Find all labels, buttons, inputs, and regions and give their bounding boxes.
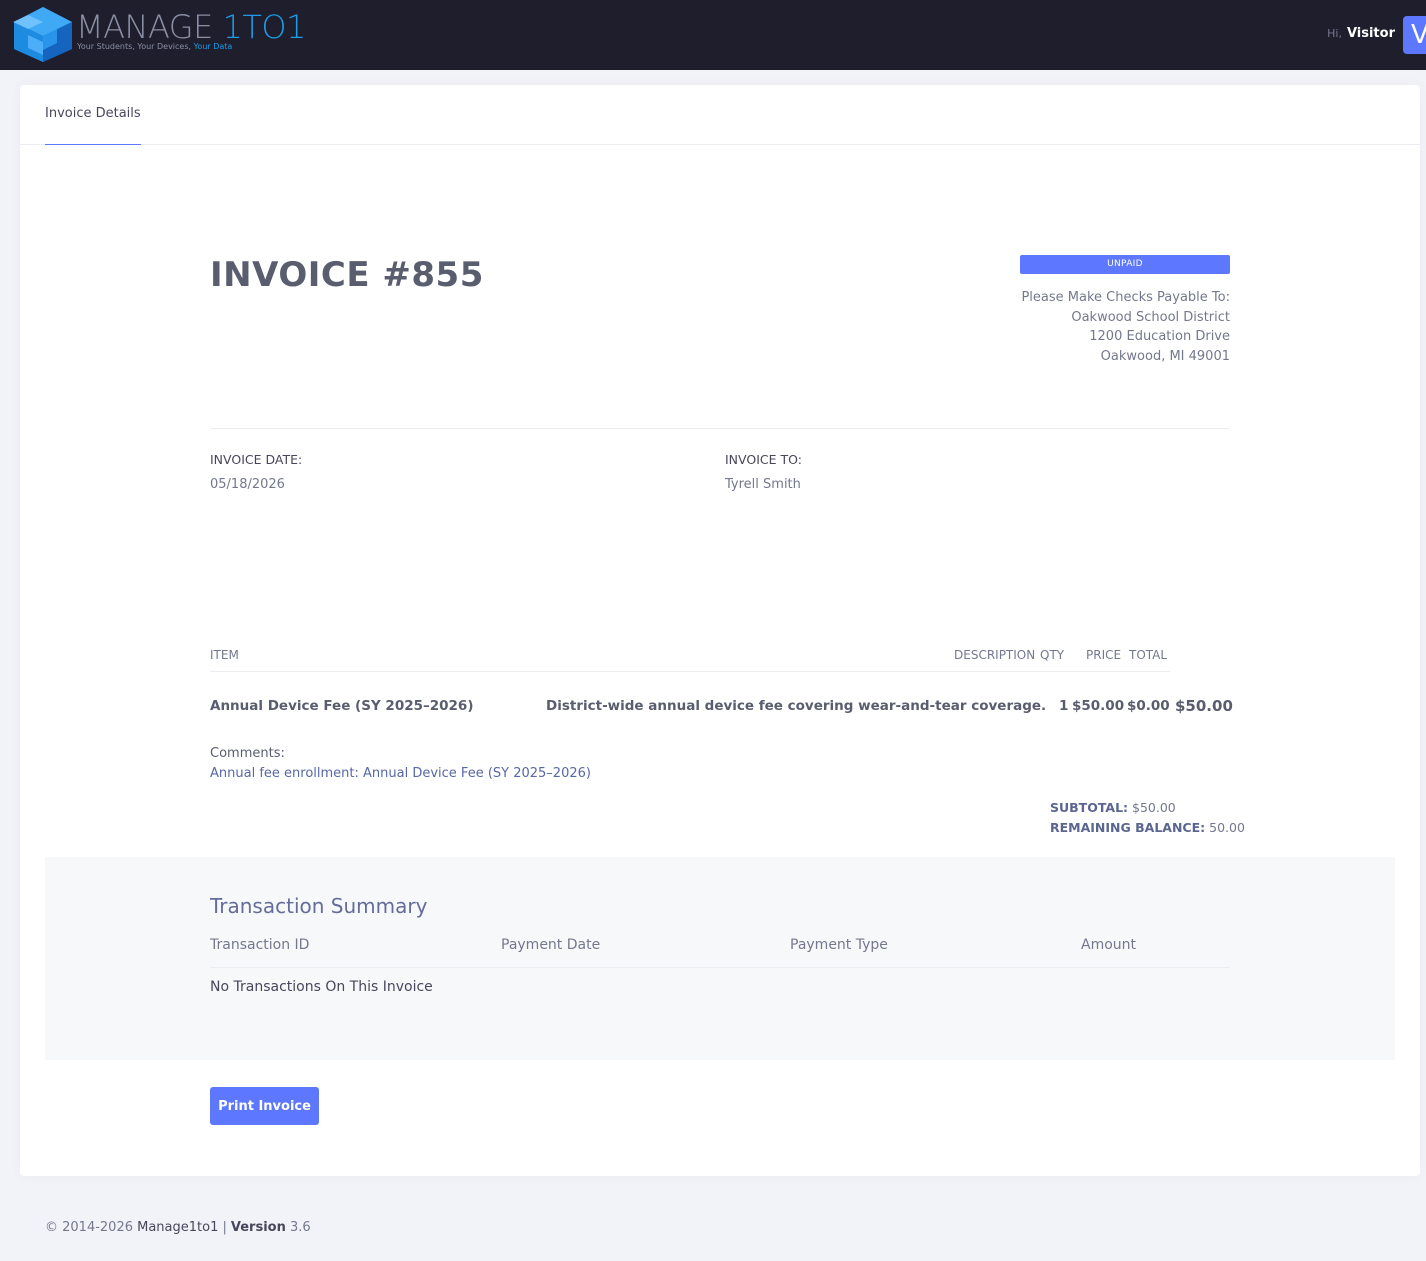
subtotal-value: $50.00 [1132, 800, 1176, 815]
line-item-discount: $0.00 [1127, 698, 1170, 714]
status-badge: UNPAID [1020, 255, 1230, 274]
no-transactions-message: No Transactions On This Invoice [210, 979, 433, 995]
brand-accent: 1TO1 [222, 8, 306, 46]
brand-main: MANAGE [76, 8, 223, 46]
payable-name: Oakwood School District [1071, 309, 1230, 325]
user-greeting[interactable]: Hi, Visitor [1327, 26, 1395, 41]
invoice-title: INVOICE #855 [210, 255, 484, 295]
cube-logo-icon[interactable] [10, 5, 76, 63]
transaction-summary-title: Transaction Summary [210, 894, 428, 918]
invoice-card: Invoice Details INVOICE #855 UNPAID Plea… [20, 85, 1420, 1176]
copyright-text: © 2014-2026 [45, 1220, 138, 1235]
avatar[interactable]: V [1403, 16, 1426, 54]
col-amount: Amount [1081, 937, 1137, 953]
company-link[interactable]: Manage1to1 [137, 1220, 218, 1235]
footer: © 2014-2026 Manage1to1 | Version 3.6 [45, 1220, 311, 1235]
transaction-summary: Transaction Summary Transaction ID Payme… [45, 857, 1395, 1060]
totals-block: SUBTOTAL: $50.00 REMAINING BALANCE: 50.0… [1050, 798, 1245, 838]
invoice-date-value: 05/18/2026 [210, 477, 285, 492]
greeting-text: Hi, [1327, 27, 1342, 40]
invoice-date-label: INVOICE DATE: [210, 452, 303, 467]
table-header-divider [210, 671, 1170, 672]
col-price-header: PRICE [1086, 648, 1122, 662]
brand-tagline: Your Students, Your Devices, Your Data [77, 42, 232, 51]
print-invoice-button[interactable]: Print Invoice [210, 1087, 319, 1125]
line-item-total: $50.00 [1175, 697, 1233, 715]
col-total-header: TOTAL [1129, 648, 1168, 662]
brand-wordmark[interactable]: MANAGE 1TO1 [76, 9, 306, 45]
divider [210, 428, 1230, 429]
version-label: Version [230, 1220, 286, 1235]
comments-label: Comments: [210, 746, 285, 761]
col-payment-type: Payment Type [790, 937, 888, 953]
line-item-qty: 1 [1059, 698, 1069, 714]
payable-to-block: Please Make Checks Payable To: Oakwood S… [1021, 288, 1230, 366]
tagline-main: Your Students, Your Devices, [77, 42, 194, 51]
payable-heading: Please Make Checks Payable To: [1021, 290, 1230, 305]
subtotal-row: SUBTOTAL: $50.00 [1050, 798, 1245, 818]
col-qty-header: QTY [1040, 648, 1065, 662]
footer-separator: | [218, 1220, 227, 1235]
tab-invoice-details[interactable]: Invoice Details [45, 85, 141, 145]
line-item-price: $50.00 [1072, 698, 1125, 714]
col-transaction-id: Transaction ID [210, 937, 310, 953]
balance-label: REMAINING BALANCE: [1050, 820, 1206, 835]
line-item-name: Annual Device Fee (SY 2025–2026) [210, 698, 474, 714]
user-name: Visitor [1346, 26, 1395, 41]
payable-city: Oakwood, MI 49001 [1100, 348, 1230, 364]
col-description-header: DESCRIPTION [954, 648, 1036, 662]
invoice-to-label: INVOICE TO: [725, 452, 802, 467]
subtotal-label: SUBTOTAL: [1050, 800, 1129, 815]
top-bar: MANAGE 1TO1 Your Students, Your Devices,… [0, 0, 1426, 70]
balance-row: REMAINING BALANCE: 50.00 [1050, 818, 1245, 838]
col-payment-date: Payment Date [501, 937, 601, 953]
line-item-description: District-wide annual device fee covering… [546, 698, 1047, 714]
card-header: Invoice Details [20, 85, 1420, 145]
comments-text: Annual fee enrollment: Annual Device Fee… [210, 766, 591, 781]
balance-value: 50.00 [1209, 820, 1245, 835]
version-number: 3.6 [285, 1220, 311, 1235]
tagline-accent: Your Data [193, 42, 233, 51]
col-item-header: ITEM [210, 648, 239, 662]
invoice-to-value: Tyrell Smith [725, 477, 801, 492]
payable-street: 1200 Education Drive [1089, 329, 1230, 344]
transaction-header-divider [210, 967, 1230, 968]
